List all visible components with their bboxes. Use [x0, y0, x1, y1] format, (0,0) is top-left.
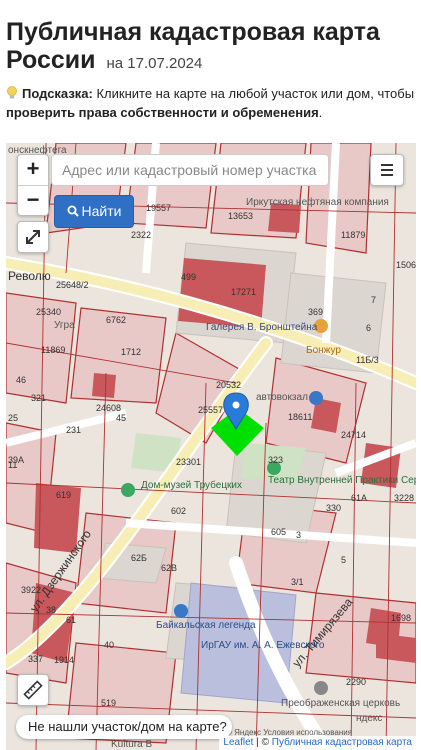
parcel-number: 3922 [21, 585, 41, 595]
parcel-number: 39А [8, 455, 24, 465]
parcel-number: 1506 [396, 260, 416, 270]
map-label-church: Преображенская церковь [281, 697, 400, 709]
page-title: Публичная кадастровая карта России на 17… [6, 18, 416, 78]
hint-bold: проверить права собственности и обремене… [6, 105, 319, 120]
search-icon [67, 205, 79, 217]
map-label-gallery: Галерея В. Бронштейна [206, 322, 318, 333]
search-input[interactable] [51, 154, 329, 186]
bus-icon [309, 391, 323, 405]
map-label-street-revolution: Револю [8, 269, 51, 283]
zoom-out-button[interactable]: − [18, 186, 48, 216]
map-label-yandex: ндекс [356, 713, 382, 724]
parcel-number: 61 [66, 615, 76, 625]
parcel-number: 25557 [198, 405, 223, 415]
parcel-number: 7 [371, 295, 376, 305]
cadastral-map[interactable]: Револю Галерея В. Бронштейна Бонжур Дом-… [6, 143, 416, 750]
find-button[interactable]: Найти [54, 195, 134, 228]
parcel-number: 323 [268, 455, 283, 465]
parcel-number: 499 [181, 272, 196, 282]
map-label-avtovok: автовокзал [256, 392, 308, 403]
parcel-number: 38 [46, 605, 56, 615]
attribution-source-link[interactable]: Публичная кадастровая карта [272, 737, 412, 748]
parcel-number: 6762 [106, 315, 126, 325]
church-icon [314, 681, 328, 695]
parcel-number: 231 [66, 425, 81, 435]
map-label-bonjour: Бонжур [306, 345, 341, 356]
parcel-number: 25340 [36, 307, 61, 317]
parcel-number: 330 [326, 503, 341, 513]
parcel-number: 1914 [54, 655, 74, 665]
attribution-sep: | © [253, 737, 272, 748]
museum-icon [121, 483, 135, 497]
measure-button[interactable] [17, 674, 49, 706]
not-found-link[interactable]: Не нашли участок/дом на карте? [16, 715, 232, 739]
parcel-number: 2322 [131, 230, 151, 240]
parcel-number: 5 [341, 555, 346, 565]
parcel-number: 23301 [176, 457, 201, 467]
parcel-number: 25648/2 [56, 280, 89, 290]
parcel-number: 62В [161, 563, 177, 573]
parcel-number: 17271 [231, 287, 256, 297]
find-button-label: Найти [81, 203, 122, 219]
parcel-number: 20532 [216, 380, 241, 390]
parcel-number: 3228 [394, 493, 414, 503]
menu-button[interactable] [370, 154, 404, 186]
expand-icon [26, 230, 40, 244]
parcel-number: 24608 [96, 403, 121, 413]
parcel-number: 11Б/3 [356, 355, 379, 365]
map-label-museum: Дом-музей Трубецких [141, 479, 242, 491]
parcel-number: 1712 [121, 347, 141, 357]
parcel-number: 519 [101, 698, 116, 708]
parcel-number: 11869 [41, 345, 65, 355]
parcel-number: 337 [28, 654, 43, 664]
map-label-oil: Иркутская нефтяная компания [246, 196, 389, 208]
title-date: на 17.07.2024 [106, 55, 203, 72]
parcel-number: 40 [104, 640, 114, 650]
fullscreen-button[interactable] [17, 221, 49, 253]
parcel-number: 61А [351, 493, 367, 503]
parcel-number: 13653 [228, 211, 253, 221]
parcel-number: 2290 [346, 677, 366, 687]
hint-block: Подсказка: Кликните на карте на любой уч… [6, 84, 416, 122]
parcel-number: 3/1 [291, 577, 304, 587]
parcel-number: 18611 [288, 412, 312, 422]
parcel-number: 24714 [341, 430, 366, 440]
map-label-kultura: Kultura B [111, 739, 152, 750]
parcel-number: 45 [116, 413, 126, 423]
parcel-number: 46 [16, 375, 26, 385]
university-icon [174, 604, 188, 618]
hint-end: . [318, 105, 323, 120]
leaflet-link[interactable]: Leaflet [223, 737, 253, 748]
map-attribution: Leaflet | © Публичная кадастровая карта [219, 736, 416, 750]
parcel-number: 62Б [131, 553, 147, 563]
map-label-theatre: Театр Внутренней Практики Сергея [268, 475, 416, 486]
map-label-ugra: Угра [54, 320, 75, 331]
hamburger-menu-icon [381, 164, 393, 176]
parcel-number: 25 [8, 413, 18, 423]
parcel-number: 602 [171, 506, 186, 516]
parcel-number: 6 [366, 323, 371, 333]
parcel-number: 11879 [341, 230, 365, 240]
parcel-number: 19557 [146, 203, 171, 213]
lightbulb-icon [7, 86, 17, 99]
parcel-number: 619 [56, 490, 71, 500]
zoom-in-button[interactable]: + [18, 155, 48, 186]
parcel-number: 369 [308, 307, 323, 317]
parcel-number: 321 [31, 393, 46, 403]
parcel-number: 3 [296, 530, 301, 540]
ruler-icon [23, 680, 43, 700]
zoom-control: + − [17, 154, 49, 216]
parcel-number: 605 [271, 527, 286, 537]
hint-label: Подсказка: [22, 86, 93, 101]
map-label-baikal: Байкальская легенда [156, 620, 256, 631]
hint-text: Кликните на карте на любой участок или д… [96, 86, 415, 101]
parcel-number: 1698 [391, 613, 411, 623]
map-background[interactable]: Револю Галерея В. Бронштейна Бонжур Дом-… [6, 143, 416, 750]
